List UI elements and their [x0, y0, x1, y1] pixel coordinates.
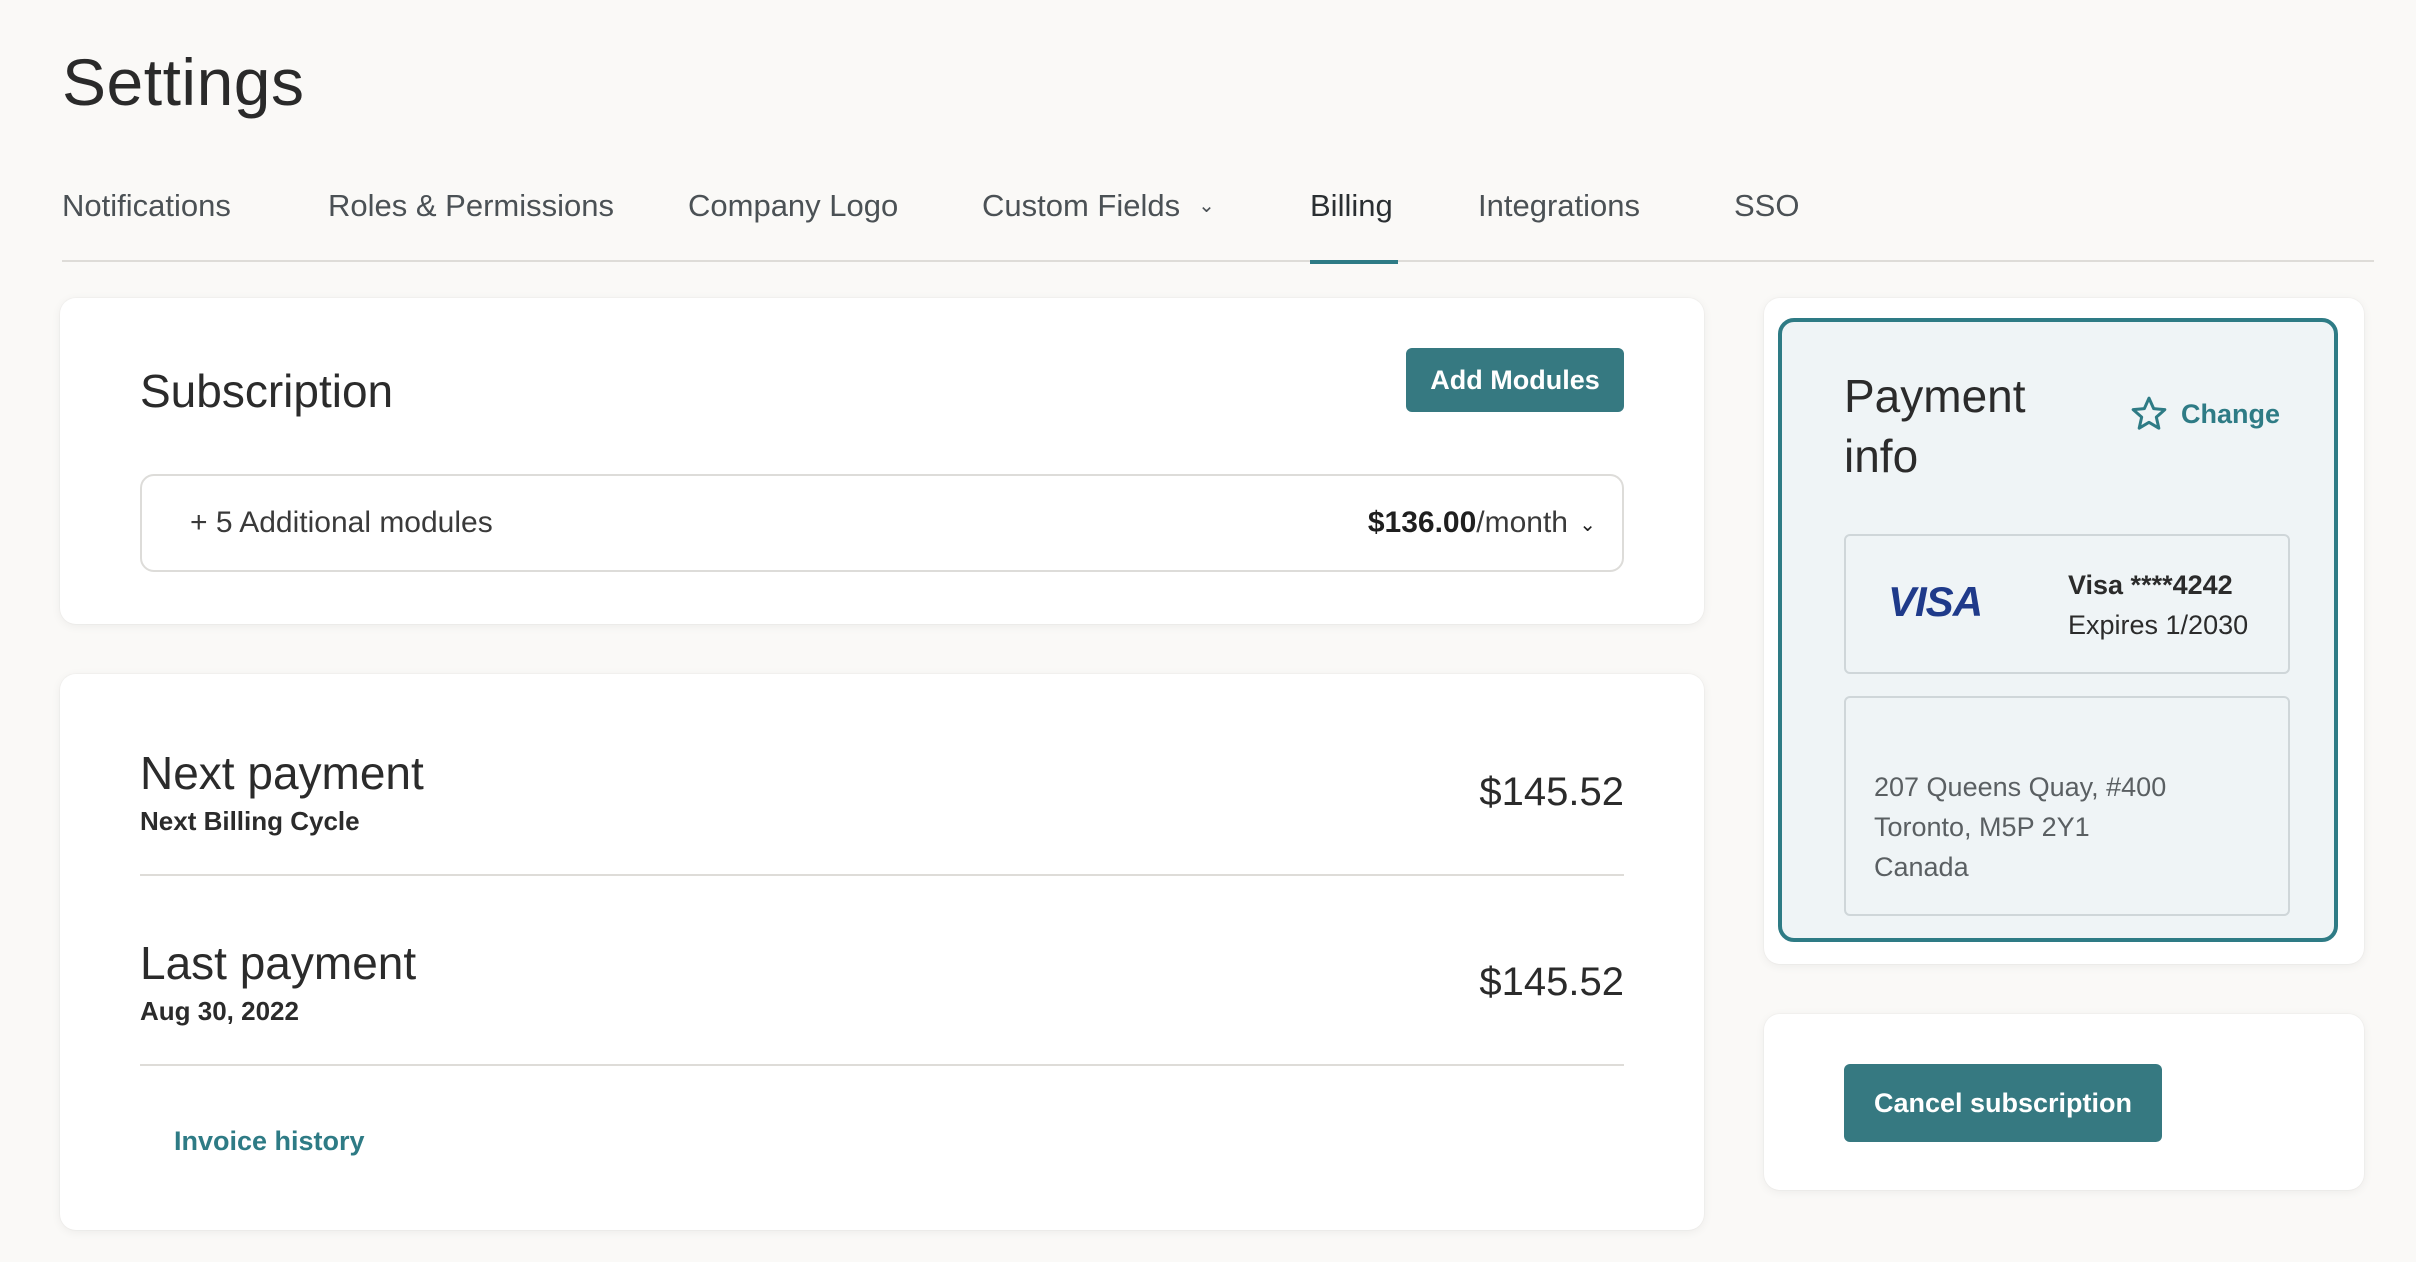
change-label: Change	[2180, 398, 2280, 429]
address-line: 207 Queens Quay, #400	[1874, 772, 2167, 802]
price-value: $136.00	[1367, 506, 1477, 539]
address-line: Toronto, M5P 2Y1	[1874, 812, 2090, 842]
tab-label: Integrations	[1478, 188, 1640, 223]
tab-label: SSO	[1734, 188, 1800, 223]
next-payment-title: Next payment	[140, 747, 424, 799]
card-number: Visa ****4242	[2068, 570, 2233, 600]
next-payment-amount: $145.52	[1479, 770, 1624, 814]
payment-info-card: Payment info Change VISA Visa ****4242 E…	[1764, 298, 2364, 964]
active-tab-indicator	[1310, 260, 1398, 264]
payments-card: Next payment Next Billing Cycle $145.52 …	[60, 674, 1704, 1230]
last-payment-amount: $145.52	[1479, 960, 1624, 1004]
chevron-down-icon: ⌄	[1579, 514, 1596, 536]
additional-modules-dropdown[interactable]: + 5 Additional modules $136.00/month ⌄	[140, 474, 1624, 572]
settings-tabs: Notifications Roles & Permissions Compan…	[62, 168, 2374, 264]
tab-label: Company Logo	[688, 188, 899, 223]
tab-label: Custom Fields	[982, 188, 1181, 223]
invoice-history-link[interactable]: Invoice history	[174, 1126, 365, 1157]
cancel-subscription-card: Cancel subscription	[1764, 1014, 2364, 1190]
last-payment-row: Last payment Aug 30, 2022 $145.52	[140, 876, 1624, 1066]
settings-page: Settings Notifications Roles & Permissio…	[0, 0, 2416, 1262]
last-payment-date: Aug 30, 2022	[140, 996, 299, 1026]
subscription-card: Subscription Add Modules + 5 Additional …	[60, 298, 1704, 624]
price-period: /month	[1476, 506, 1568, 539]
tab-label: Billing	[1310, 188, 1393, 223]
billing-address: 207 Queens Quay, #400 Toronto, M5P 2Y1 C…	[1844, 696, 2290, 916]
payment-info-panel: Payment info Change VISA Visa ****4242 E…	[1778, 318, 2338, 942]
tab-label: Notifications	[62, 188, 231, 223]
payment-info-title: Payment info	[1844, 370, 2026, 482]
modules-label: + 5 Additional modules	[190, 506, 493, 539]
card-details: VISA Visa ****4242 Expires 1/2030	[1844, 534, 2290, 674]
visa-logo: VISA	[1888, 578, 1983, 625]
address-line: Canada	[1874, 852, 1969, 882]
tab-label-wrap: Custom Fields ⌄	[982, 188, 1215, 224]
next-payment-row: Next payment Next Billing Cycle $145.52	[140, 674, 1624, 876]
page-title: Settings	[62, 45, 305, 119]
last-payment-title: Last payment	[140, 937, 417, 989]
cancel-subscription-button[interactable]: Cancel subscription	[1844, 1064, 2162, 1142]
add-modules-button[interactable]: Add Modules	[1406, 348, 1624, 412]
modules-price: $136.00/month	[1368, 506, 1568, 540]
tab-label: Roles & Permissions	[328, 188, 614, 223]
chevron-down-icon: ⌄	[1198, 195, 1215, 217]
subscription-title: Subscription	[140, 365, 394, 417]
tab-billing[interactable]: Billing	[1310, 168, 1398, 264]
change-payment-link[interactable]: Change	[2129, 394, 2280, 434]
star-icon	[2131, 396, 2167, 430]
next-payment-subtitle: Next Billing Cycle	[140, 806, 360, 836]
card-expiry: Expires 1/2030	[2068, 610, 2249, 640]
